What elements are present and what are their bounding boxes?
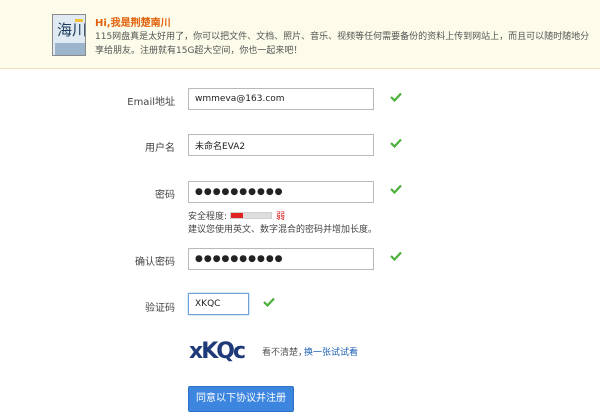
captcha-valid-check-icon <box>263 297 275 307</box>
password-hint: 建议您使用英文、数字混合的密码并增加长度。 <box>188 225 378 235</box>
banner-title: Hi,我是荆楚南川 <box>95 18 171 29</box>
email-valid-check-icon <box>390 92 402 102</box>
welcome-banner: 海川 Hi,我是荆楚南川 115网盘真是太好用了，你可以把文件、文档、照片、音乐… <box>0 0 600 69</box>
captcha-unclear-text: 看不清楚， <box>262 348 308 358</box>
avatar: 海川 <box>52 14 86 56</box>
captcha-field[interactable] <box>188 293 249 315</box>
password-strength-word: 弱 <box>276 212 286 222</box>
captcha-label: 验证码 <box>145 303 175 314</box>
password-strength-label: 安全程度: <box>188 212 228 222</box>
email-label: Email地址 <box>127 97 175 108</box>
banner-text: 115网盘真是太好用了，你可以把文件、文档、照片、音乐、视频等任何需要备份的资料… <box>95 32 590 56</box>
password-strength-meter <box>230 212 272 219</box>
confirm-password-label: 确认密码 <box>135 257 175 268</box>
confirm-password-field[interactable] <box>188 248 374 270</box>
confirm-valid-check-icon <box>390 251 402 261</box>
email-field[interactable] <box>188 88 374 110</box>
agree-and-register-button[interactable]: 同意以下协议并注册 <box>188 386 294 412</box>
password-field[interactable] <box>188 181 374 203</box>
password-label: 密码 <box>155 190 175 201</box>
captcha-image[interactable]: xKQc <box>188 335 250 365</box>
username-field[interactable] <box>188 134 374 156</box>
username-label: 用户名 <box>145 143 175 154</box>
password-valid-check-icon <box>390 184 402 194</box>
svg-text:海川: 海川 <box>57 21 86 39</box>
username-valid-check-icon <box>390 138 402 148</box>
password-strength-fill <box>231 213 243 218</box>
svg-text:xKQc: xKQc <box>189 339 245 364</box>
captcha-refresh-link[interactable]: 换一张试试看 <box>304 345 358 358</box>
avatar-image-icon: 海川 <box>53 15 86 55</box>
